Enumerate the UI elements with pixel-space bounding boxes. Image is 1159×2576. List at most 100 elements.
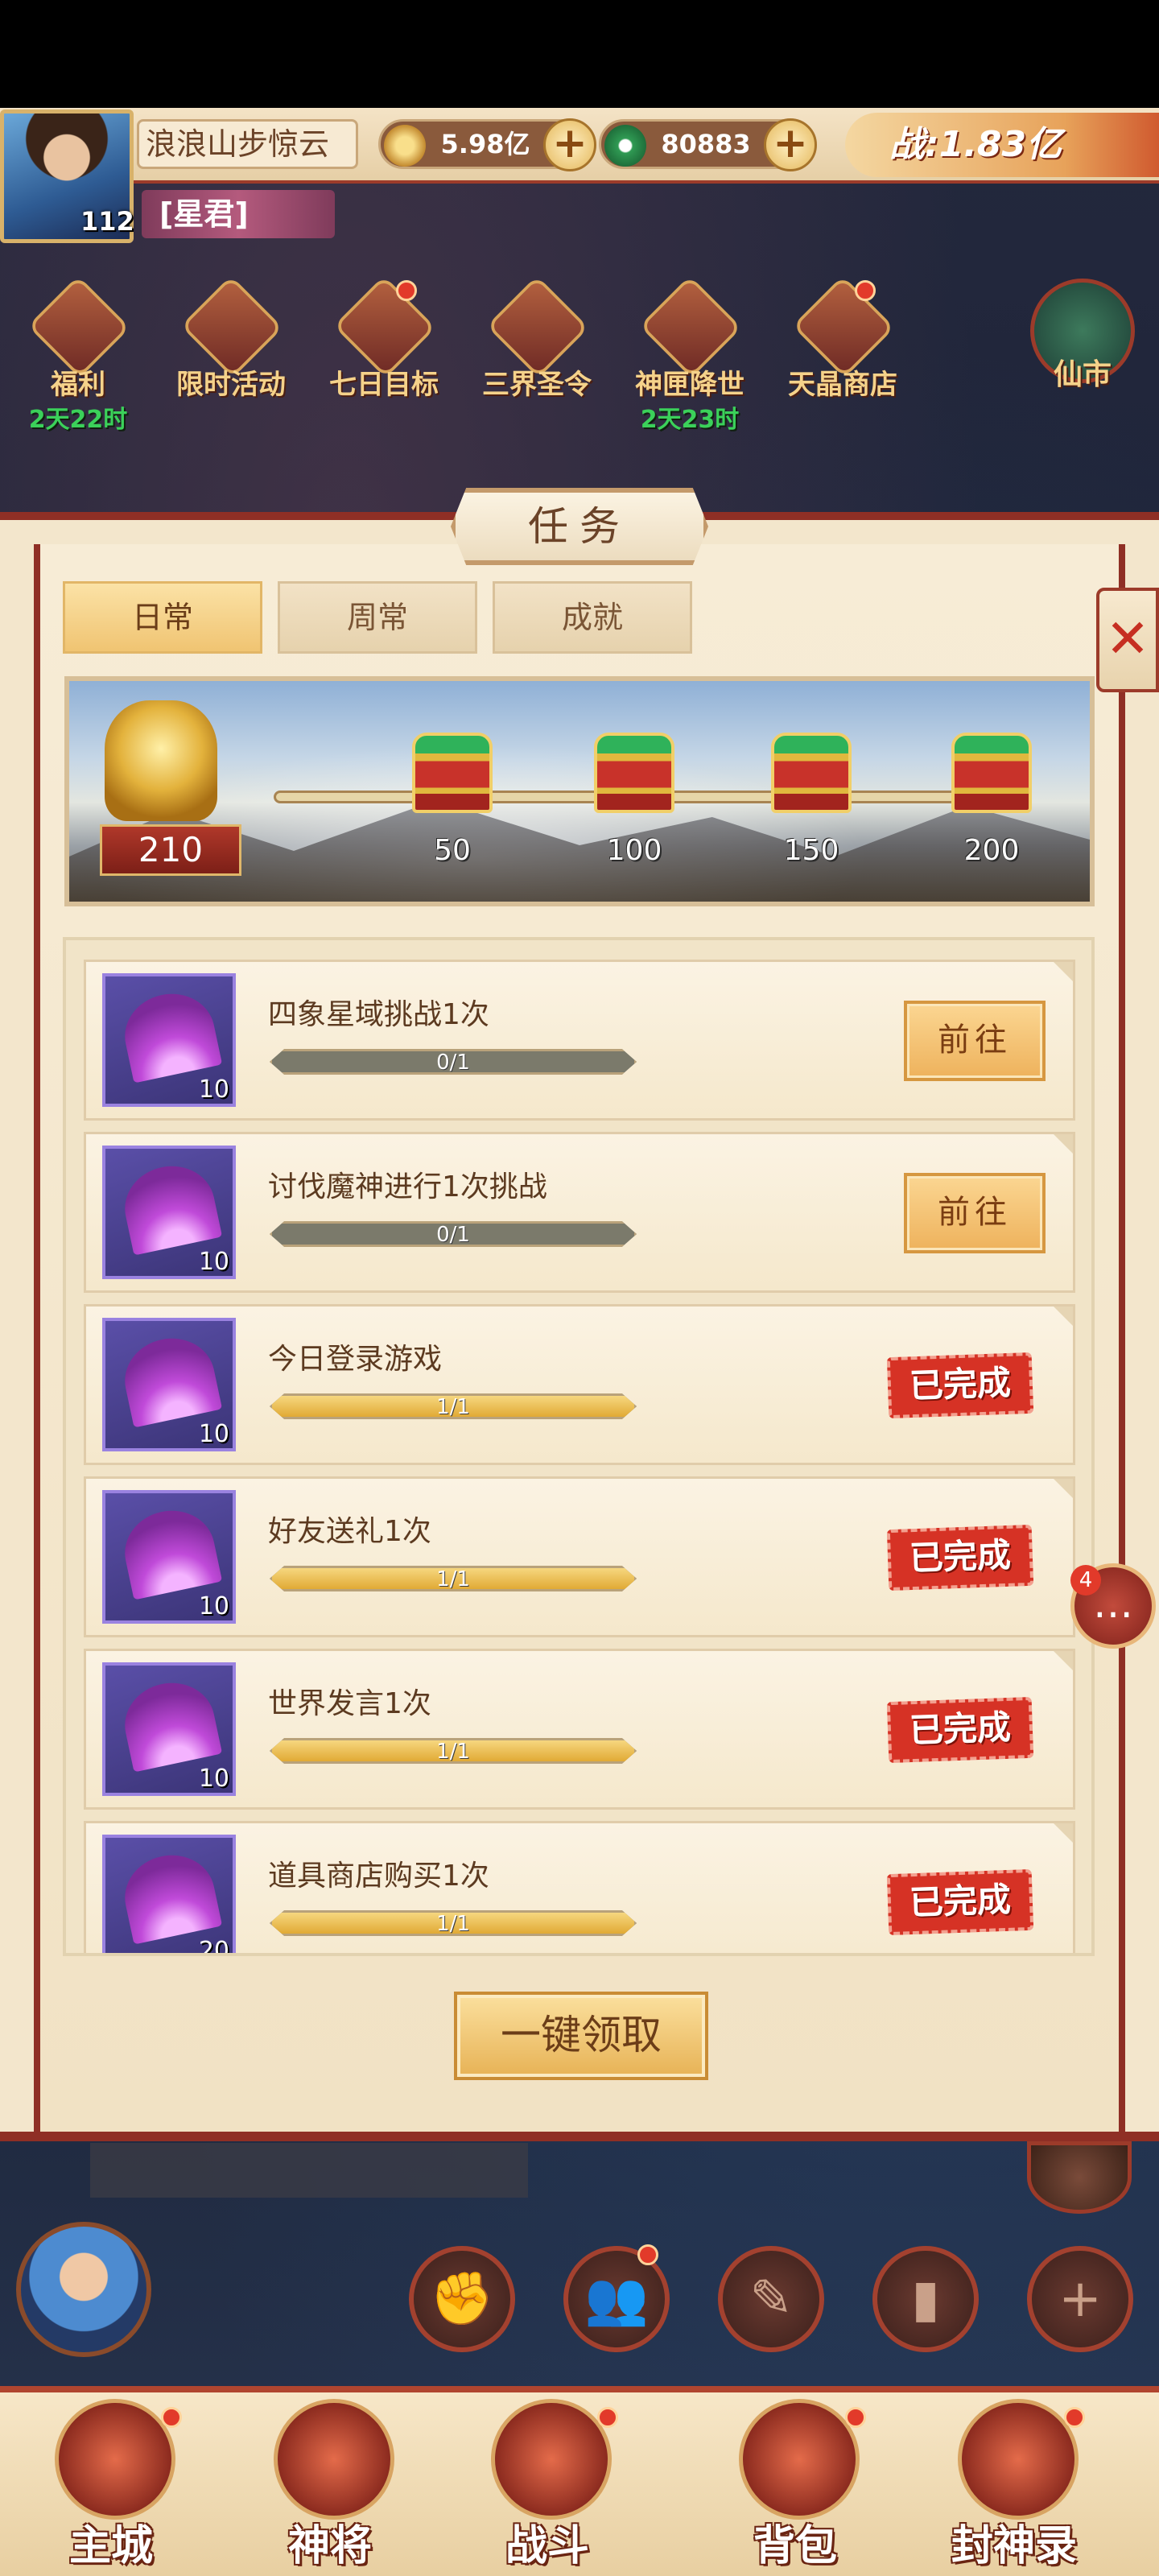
activity-score: 210 [100, 824, 241, 876]
nav-main-city[interactable]: 主城 [14, 2399, 208, 2576]
completed-stamp: 已完成 [886, 1352, 1034, 1419]
tab-achievement[interactable]: 成就 [493, 581, 692, 654]
milestone-chest-50[interactable] [412, 733, 493, 813]
immortal-market-label: 仙市 [1053, 358, 1112, 391]
panel-title: 任务 [451, 488, 708, 565]
activity-three-realms[interactable]: 三界圣令 [476, 275, 597, 415]
milestone-chest-200[interactable] [951, 733, 1032, 813]
hero-portrait-icon[interactable] [16, 2222, 151, 2357]
activity-label: 三界圣令 [482, 369, 592, 401]
player-name: 浪浪山步惊云 [137, 119, 358, 169]
top-black-bar [0, 0, 1159, 108]
fist-icon[interactable]: ✊ [409, 2246, 515, 2352]
activity-crystal-shop[interactable]: 天晶商店 [782, 275, 903, 415]
task-progress-text: 0/1 [436, 1051, 470, 1075]
milestone-label: 50 [434, 834, 471, 867]
activity-seven-day[interactable]: 七日目标 [324, 275, 444, 415]
reward-quantity: 10 [198, 1075, 229, 1104]
activity-limited-event[interactable]: 限时活动 [171, 275, 291, 415]
task-progress-bar: 0/1 [270, 1221, 637, 1247]
fan-reward-icon: 10 [102, 1146, 236, 1279]
reward-quantity: 10 [198, 1248, 229, 1276]
nav-generals[interactable]: 神将 [233, 2399, 427, 2576]
nav-label: 主城 [68, 2522, 153, 2570]
combat-power: 战:1.83亿 [845, 113, 1159, 177]
task-progress-text: 0/1 [436, 1223, 470, 1247]
activity-label: 限时活动 [176, 369, 286, 401]
fan-reward-icon: 10 [102, 1662, 236, 1796]
task-row: 20 道具商店购买1次 1/1 已完成 [84, 1821, 1075, 1956]
task-name: 讨伐魔神进行1次挑战 [268, 1170, 547, 1203]
notification-dot [855, 280, 876, 301]
task-progress-text: 1/1 [436, 1395, 470, 1419]
jade-currency: 80883 + [599, 118, 817, 171]
nav-label: 神将 [287, 2522, 372, 2570]
go-button[interactable]: 前往 [904, 1001, 1046, 1081]
task-progress-bar: 1/1 [270, 1393, 637, 1419]
fan-reward-icon: 20 [102, 1835, 236, 1956]
task-list[interactable]: 10 四象星域挑战1次 0/1 前往 10 讨伐魔神进行1次挑战 0/1 前往 … [63, 937, 1095, 1956]
notification-dot [597, 2407, 618, 2428]
task-name: 好友送礼1次 [268, 1515, 431, 1548]
fan-reward-icon: 10 [102, 1490, 236, 1624]
nav-label: 封神录 [951, 2522, 1077, 2570]
gold-amount: 5.98亿 [440, 129, 530, 159]
tab-weekly[interactable]: 周常 [278, 581, 477, 654]
ranking-icon[interactable]: ▮ [872, 2246, 979, 2352]
notification-dot [845, 2407, 866, 2428]
reward-quantity: 10 [198, 1420, 229, 1448]
mail-icon[interactable] [1027, 2141, 1132, 2214]
golden-dragon-seal-icon [105, 700, 217, 821]
nav-label: 背包 [753, 2522, 837, 2570]
gold-coin-icon [384, 125, 426, 167]
task-progress-bar: 0/1 [270, 1049, 637, 1075]
reward-quantity: 20 [198, 1937, 229, 1956]
task-row: 10 今日登录游戏 1/1 已完成 [84, 1304, 1075, 1465]
tab-daily[interactable]: 日常 [63, 581, 262, 654]
go-button[interactable]: 前往 [904, 1173, 1046, 1253]
claim-all-button[interactable]: 一键领取 [454, 1992, 708, 2080]
fan-reward-icon: 10 [102, 973, 236, 1107]
nav-deity-record[interactable]: 封神录 [918, 2399, 1111, 2576]
expand-plus-icon[interactable]: + [1027, 2246, 1133, 2352]
task-progress-bar: 1/1 [270, 1738, 637, 1764]
task-progress-text: 1/1 [436, 1567, 470, 1591]
task-name: 今日登录游戏 [268, 1343, 443, 1376]
reward-quantity: 10 [198, 1592, 229, 1620]
milestone-chest-150[interactable] [771, 733, 852, 813]
fan-reward-icon: 10 [102, 1318, 236, 1451]
close-button[interactable]: ✕ [1096, 588, 1159, 692]
notification-dot [1064, 2407, 1085, 2428]
chat-preview-strip[interactable] [90, 2143, 528, 2198]
activity-timer: 2天22时 [28, 406, 128, 434]
completed-stamp: 已完成 [886, 1696, 1034, 1764]
nav-backpack[interactable]: 背包 [699, 2399, 892, 2576]
milestone-label: 200 [963, 834, 1020, 867]
backpack-icon [739, 2399, 860, 2520]
chat-unread-count: 4 [1070, 1565, 1101, 1596]
activity-timer: 2天23时 [640, 406, 740, 434]
completed-stamp: 已完成 [886, 1868, 1034, 1936]
notes-icon[interactable]: ✎ [718, 2246, 824, 2352]
nav-battle[interactable]: 战斗 [451, 2399, 644, 2576]
task-name: 世界发言1次 [268, 1687, 431, 1720]
gold-currency: 5.98亿 + [378, 118, 596, 171]
activity-divine-box[interactable]: 神匣降世 2天23时 [629, 275, 750, 434]
task-progress-bar: 1/1 [270, 1910, 637, 1936]
milestone-label: 150 [783, 834, 839, 867]
notification-dot [637, 2244, 658, 2265]
task-row: 10 世界发言1次 1/1 已完成 [84, 1649, 1075, 1810]
add-gold-button[interactable]: + [543, 118, 596, 171]
task-progress-text: 1/1 [436, 1912, 470, 1936]
activity-label: 七日目标 [329, 369, 439, 401]
milestone-chest-100[interactable] [594, 733, 674, 813]
activity-welfare[interactable]: 福利 2天22时 [18, 275, 138, 434]
task-name: 四象星域挑战1次 [268, 998, 489, 1031]
activity-label: 天晶商店 [788, 369, 897, 401]
task-row: 10 讨伐魔神进行1次挑战 0/1 前往 [84, 1132, 1075, 1293]
task-row: 10 四象星域挑战1次 0/1 前往 [84, 960, 1075, 1121]
main-city-icon [55, 2399, 175, 2520]
activity-label: 神匣降世 [635, 369, 744, 401]
add-jade-button[interactable]: + [764, 118, 817, 171]
notification-dot [396, 280, 417, 301]
